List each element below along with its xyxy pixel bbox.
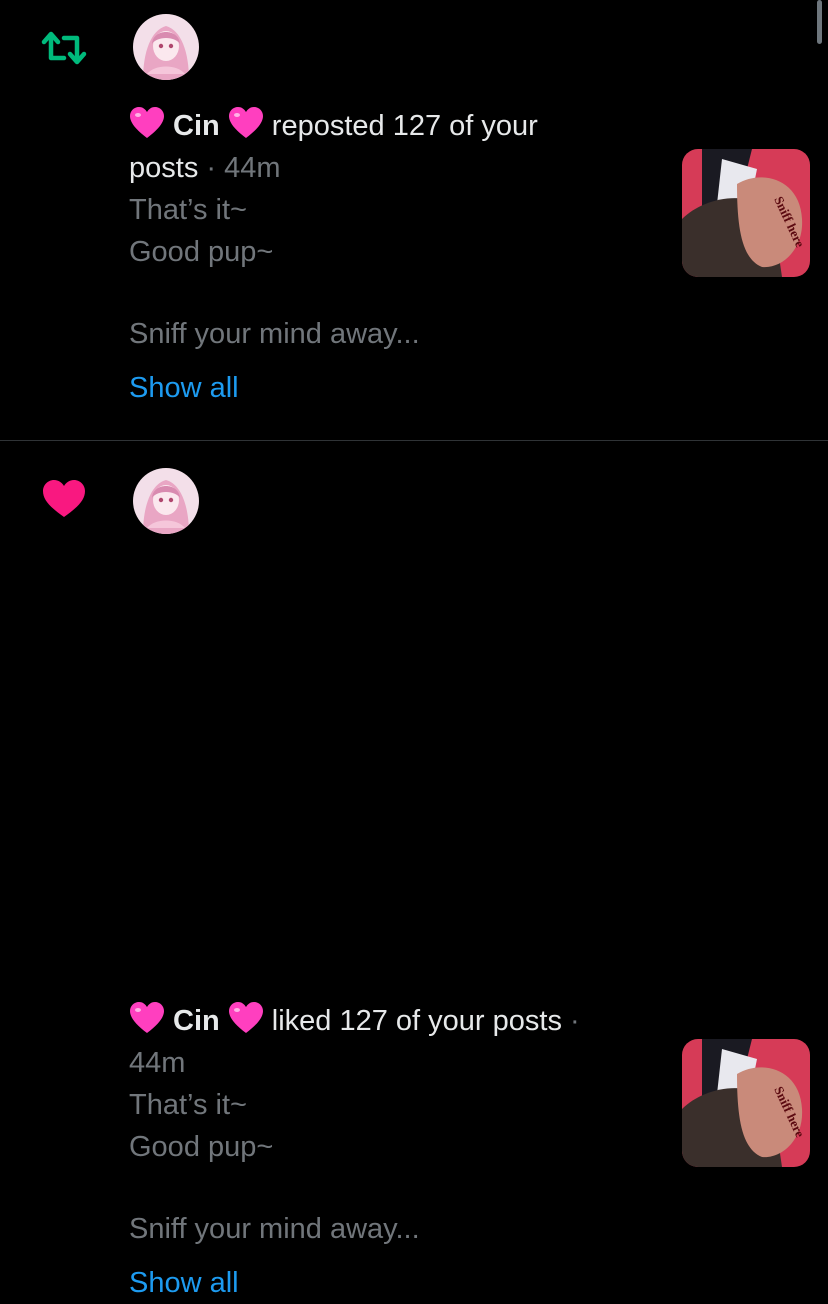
post-thumbnail[interactable]: Sniff here bbox=[682, 1039, 810, 1167]
avatar[interactable] bbox=[133, 14, 199, 80]
action-text: reposted 127 of your bbox=[271, 110, 538, 142]
separator-dot: · bbox=[206, 152, 217, 184]
notification-meta: posts · 44m bbox=[129, 147, 654, 189]
show-all-link[interactable]: Show all bbox=[129, 367, 239, 409]
show-all-link[interactable]: Show all bbox=[129, 1262, 239, 1304]
timestamp: 44m bbox=[129, 1047, 186, 1079]
repost-icon bbox=[40, 26, 88, 70]
action-text: liked 127 of your posts bbox=[271, 1005, 562, 1037]
notification-repost[interactable]: Cin reposted 127 of your posts · 44m Tha… bbox=[0, 0, 828, 440]
notification-header: Cin liked 127 of your posts · bbox=[129, 1000, 654, 1042]
notification-meta: 44m bbox=[129, 1042, 654, 1084]
post-snippet-line: That’s it~ bbox=[129, 194, 247, 226]
timestamp: 44m bbox=[224, 152, 281, 184]
pink-heart-emoji-icon bbox=[129, 106, 165, 140]
pink-heart-emoji-icon bbox=[129, 1001, 165, 1035]
pink-heart-emoji-icon bbox=[228, 106, 264, 140]
post-snippet-line: Sniff your mind away... bbox=[129, 318, 420, 350]
user-name-link[interactable]: Cin bbox=[173, 1005, 220, 1037]
separator-dot: · bbox=[570, 1005, 580, 1037]
post-snippet-line: Good pup~ bbox=[129, 1131, 274, 1163]
avatar[interactable] bbox=[133, 468, 199, 534]
post-snippet-line: That’s it~ bbox=[129, 1089, 247, 1121]
heart-icon bbox=[40, 477, 88, 521]
pink-heart-emoji-icon bbox=[228, 1001, 264, 1035]
notification-like[interactable]: Cin liked 127 of your posts · 44m That’s… bbox=[0, 441, 828, 1299]
user-name-link[interactable]: Cin bbox=[173, 110, 220, 142]
notification-header: Cin reposted 127 of your bbox=[129, 105, 654, 147]
action-text-continued: posts bbox=[129, 152, 199, 184]
post-snippet-line: Sniff your mind away... bbox=[129, 1213, 420, 1245]
post-thumbnail[interactable]: Sniff here bbox=[682, 149, 810, 277]
post-snippet-line: Good pup~ bbox=[129, 236, 274, 268]
